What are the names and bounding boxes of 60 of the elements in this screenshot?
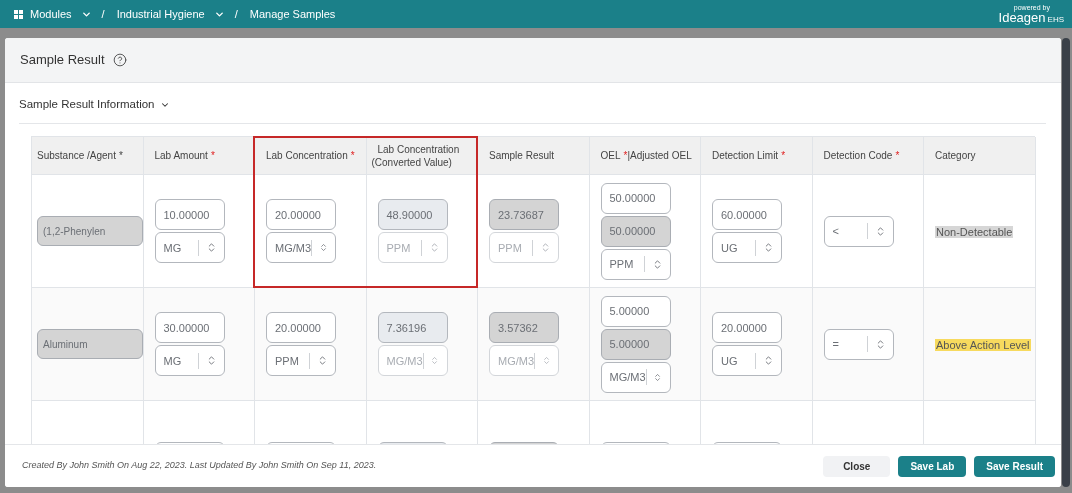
breadcrumb-link[interactable]: Industrial Hygiene: [114, 5, 225, 23]
unit-select[interactable]: <: [823, 215, 894, 247]
converted-value-field: 48.90000: [377, 199, 448, 231]
up-down-icon: [540, 242, 551, 254]
column-header: Detection Code *: [812, 137, 924, 176]
number-input[interactable]: 60.00000: [712, 199, 782, 231]
column-header: Lab Amount *: [143, 137, 255, 176]
dialog-title: Sample Result: [20, 51, 105, 70]
up-down-icon: [763, 242, 774, 254]
unit-select[interactable]: PPM: [266, 345, 336, 377]
number-input[interactable]: 10.00000: [154, 199, 225, 231]
logo-text: Ideagen: [998, 11, 1046, 24]
column-header: Detection Limit *: [701, 137, 813, 176]
number-input[interactable]: 20.00000: [712, 312, 782, 344]
breadcrumb-separator: /: [101, 6, 105, 22]
footer-button[interactable]: Save Lab: [898, 455, 967, 477]
converted-value-field: 7.36196: [377, 312, 448, 344]
disabled-value-field: 3.57362: [489, 312, 559, 344]
breadcrumb-link[interactable]: Modules: [14, 5, 92, 23]
unit-select[interactable]: MG/M3: [600, 361, 671, 393]
up-down-icon: [653, 371, 663, 383]
substance-chip: (1,2-Phenylen: [37, 216, 143, 247]
breadcrumb-separator: /: [234, 6, 238, 22]
category-tag: Above Action Level: [935, 339, 1031, 352]
footer-button[interactable]: Save Result: [974, 455, 1055, 477]
footer-button[interactable]: Close: [823, 455, 891, 477]
up-down-icon: [763, 355, 774, 367]
disabled-value-field: 5.00000: [600, 328, 671, 360]
help-icon[interactable]: [112, 53, 127, 67]
unit-select[interactable]: UG: [712, 345, 782, 377]
number-input[interactable]: 20.00000: [266, 199, 336, 231]
disabled-value-field: 23.73687: [489, 199, 559, 231]
number-input[interactable]: 5.00000: [600, 295, 671, 327]
column-header: Category: [924, 137, 1036, 176]
up-down-icon: [430, 355, 440, 367]
number-input[interactable]: 50.00000: [600, 182, 671, 214]
section-toggle[interactable]: Sample Result Information: [19, 96, 170, 114]
grid-icon: [14, 9, 23, 19]
unit-select[interactable]: MG: [154, 232, 225, 264]
unit-select[interactable]: PPM: [600, 248, 671, 280]
column-header: Sample Result: [478, 137, 590, 176]
breadcrumb-link[interactable]: Manage Samples: [247, 5, 336, 23]
logo-suffix: EHS: [1047, 16, 1064, 24]
disabled-value-field: 50.00000: [600, 215, 671, 247]
up-down-icon: [318, 242, 328, 254]
up-down-icon: [541, 355, 551, 367]
unit-select[interactable]: MG: [154, 345, 225, 377]
category-tag: Non-Detectable: [935, 226, 1014, 239]
unit-select[interactable]: =: [823, 328, 894, 360]
number-input[interactable]: 30.00000: [154, 312, 225, 344]
column-header: Lab Concentration *: [255, 137, 367, 176]
unit-select[interactable]: UG: [712, 232, 782, 264]
column-header: Lab Concentration (Converted Value): [366, 137, 478, 176]
column-header: Substance /Agent *: [32, 137, 144, 176]
column-header: OEL *|Adjusted OEL: [589, 137, 701, 176]
number-input[interactable]: 20.00000: [266, 312, 336, 344]
unit-select[interactable]: MG/M3: [266, 232, 336, 264]
audit-text: Created By John Smith On Aug 22, 2023. Last Updated By John Smith On Sep 11, 2023.: [22, 459, 377, 473]
up-down-icon: [317, 355, 328, 367]
substance-chip: Aluminum: [37, 329, 143, 360]
